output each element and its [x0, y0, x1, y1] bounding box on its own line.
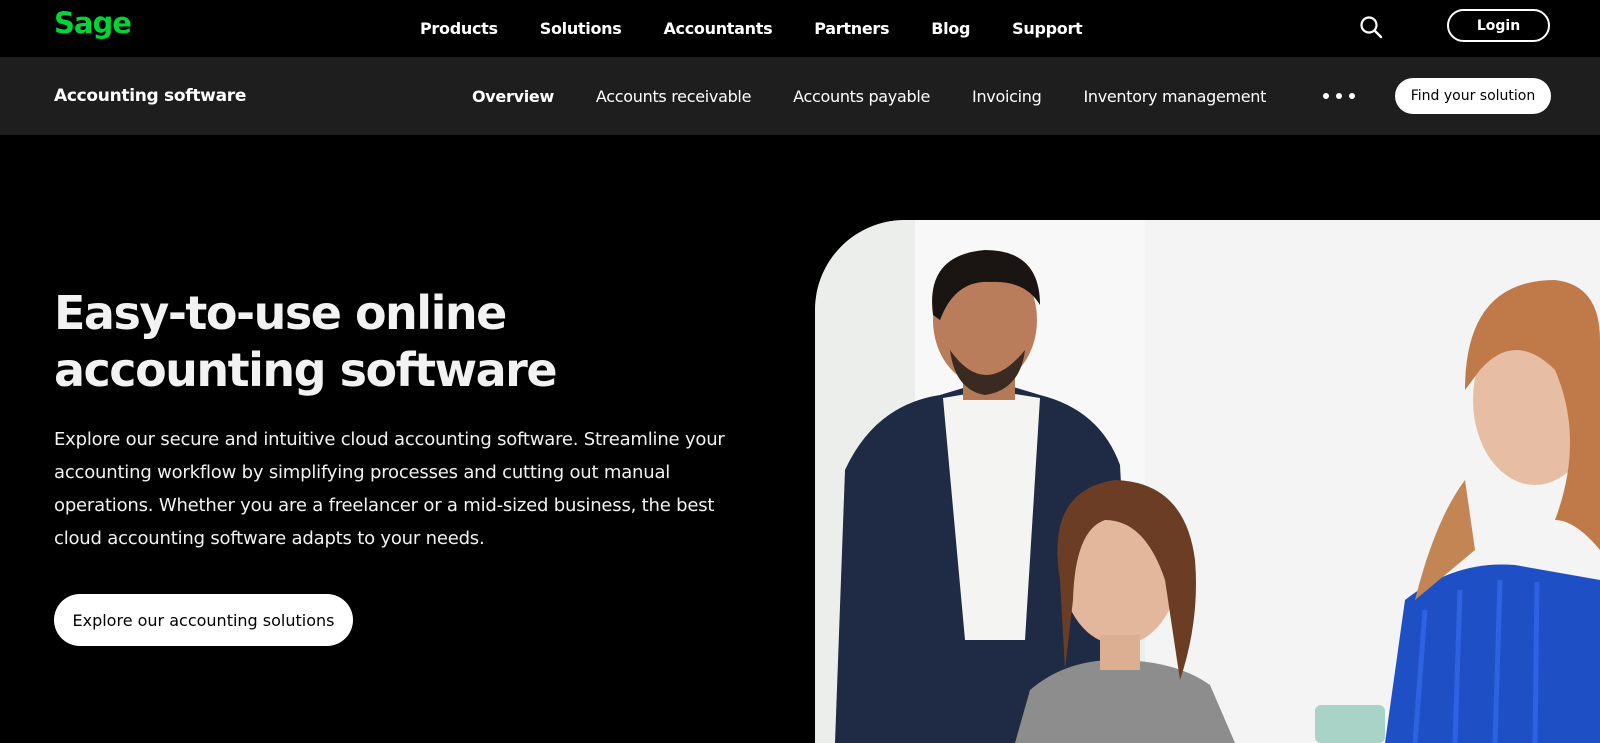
- subnav-title: Accounting software: [54, 86, 247, 106]
- subnav-item-inventory-management[interactable]: Inventory management: [1083, 87, 1266, 106]
- nav-item-support[interactable]: Support: [1012, 19, 1083, 38]
- nav-item-products[interactable]: Products: [420, 19, 498, 38]
- nav-item-accountants[interactable]: Accountants: [663, 19, 772, 38]
- more-horizontal-icon[interactable]: [1323, 90, 1355, 102]
- login-button[interactable]: Login: [1447, 9, 1550, 42]
- main-nav: Products Solutions Accountants Partners …: [420, 0, 1083, 57]
- find-your-solution-button[interactable]: Find your solution: [1395, 78, 1551, 114]
- hero-description: Explore our secure and intuitive cloud a…: [54, 429, 725, 549]
- hero-title-line-1: Easy-to-use online: [54, 286, 507, 340]
- subnav-item-overview[interactable]: Overview: [472, 87, 554, 106]
- hero-title-line-2: accounting software: [54, 343, 558, 397]
- subnav-item-accounts-payable[interactable]: Accounts payable: [793, 87, 930, 106]
- nav-item-solutions[interactable]: Solutions: [540, 19, 622, 38]
- explore-solutions-button[interactable]: Explore our accounting solutions: [54, 594, 353, 646]
- top-navigation-bar: Sage Products Solutions Accountants Part…: [0, 0, 1600, 57]
- dot: [1349, 93, 1355, 99]
- dot: [1336, 93, 1342, 99]
- product-subnav: Accounting software Overview Accounts re…: [0, 57, 1600, 135]
- subnav-item-accounts-receivable[interactable]: Accounts receivable: [596, 87, 752, 106]
- nav-item-partners[interactable]: Partners: [814, 19, 889, 38]
- hero-photo-people: [815, 220, 1600, 743]
- subnav-item-invoicing[interactable]: Invoicing: [972, 87, 1042, 106]
- subnav-links: Overview Accounts receivable Accounts pa…: [472, 57, 1308, 135]
- hero-title: Easy-to-use online accounting software: [54, 285, 774, 399]
- nav-item-blog[interactable]: Blog: [931, 19, 970, 38]
- dot: [1323, 93, 1329, 99]
- sage-logo[interactable]: Sage: [54, 6, 132, 40]
- search-icon[interactable]: [1358, 14, 1384, 40]
